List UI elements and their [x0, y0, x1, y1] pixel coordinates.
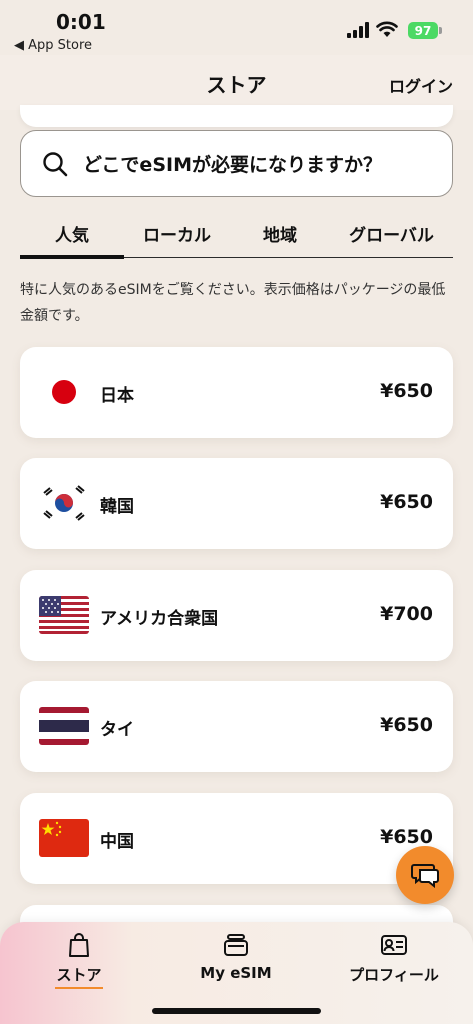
country-name: アメリカ合衆国 — [100, 609, 219, 629]
cellular-signal-icon — [347, 22, 369, 38]
tab-local[interactable]: ローカル — [124, 212, 230, 257]
status-time: 0:01 — [56, 10, 106, 34]
list-description: 特に人気のあるeSIMをご覧ください。表示価格はパッケージの最低金額です。 — [20, 282, 446, 324]
search-bar[interactable]: どこでeSIMが必要になりますか？ — [20, 130, 453, 197]
country-card-china[interactable]: 中国 ¥650 — [20, 793, 453, 884]
battery-tip — [439, 27, 442, 34]
tab-global[interactable]: グローバル — [330, 212, 453, 257]
chat-support-button[interactable] — [396, 846, 454, 904]
tabbar-label: ストア — [56, 966, 102, 984]
category-tabs: 人気 ローカル 地域 グローバル — [20, 212, 453, 259]
tabbar-item-my-esim[interactable]: My eSIM — [186, 932, 286, 982]
country-name: 日本 — [100, 386, 134, 406]
tabbar-label: プロフィール — [349, 966, 439, 984]
id-card-icon — [381, 935, 407, 955]
usa-flag-icon — [39, 596, 89, 634]
korea-flag-icon — [39, 484, 89, 522]
country-price: ¥650 — [380, 491, 433, 513]
sim-stack-icon — [224, 934, 248, 956]
shopping-bag-icon — [69, 933, 89, 957]
country-price: ¥650 — [380, 826, 433, 848]
tabbar-label: My eSIM — [200, 964, 272, 982]
tab-popular[interactable]: 人気 — [20, 212, 124, 259]
active-tab-indicator — [55, 987, 103, 989]
navigation-bar: ストア ログイン — [0, 55, 473, 110]
country-name: 韓国 — [100, 497, 134, 517]
country-card-korea[interactable]: 韓国 ¥650 — [20, 458, 453, 549]
country-price: ¥700 — [380, 603, 433, 625]
country-card-usa[interactable]: アメリカ合衆国 ¥700 — [20, 570, 453, 661]
japan-flag-icon — [39, 373, 89, 411]
scrolled-card-edge — [20, 105, 453, 127]
country-name: タイ — [100, 720, 134, 740]
china-flag-icon — [39, 819, 89, 857]
country-card-thailand[interactable]: タイ ¥650 — [20, 681, 453, 772]
country-price: ¥650 — [380, 714, 433, 736]
country-price: ¥650 — [380, 380, 433, 402]
battery-indicator: 97 — [408, 22, 438, 39]
login-button[interactable]: ログイン — [389, 73, 453, 97]
thailand-flag-icon — [39, 707, 89, 745]
search-icon — [43, 151, 68, 176]
chat-bubble-icon — [411, 864, 439, 888]
home-indicator[interactable] — [152, 1008, 321, 1014]
wifi-icon — [376, 21, 398, 37]
back-to-app-store-link[interactable]: ◀ App Store — [14, 38, 92, 53]
status-bar: 0:01 ◀ App Store 97 — [0, 0, 473, 60]
tabbar-item-store[interactable]: ストア — [42, 932, 116, 985]
tabbar-item-profile[interactable]: プロフィール — [336, 932, 452, 985]
country-card-japan[interactable]: 日本 ¥650 — [20, 347, 453, 438]
country-name: 中国 — [100, 832, 134, 852]
search-input[interactable]: どこでeSIMが必要になりますか？ — [83, 150, 382, 177]
tab-region[interactable]: 地域 — [230, 212, 330, 257]
